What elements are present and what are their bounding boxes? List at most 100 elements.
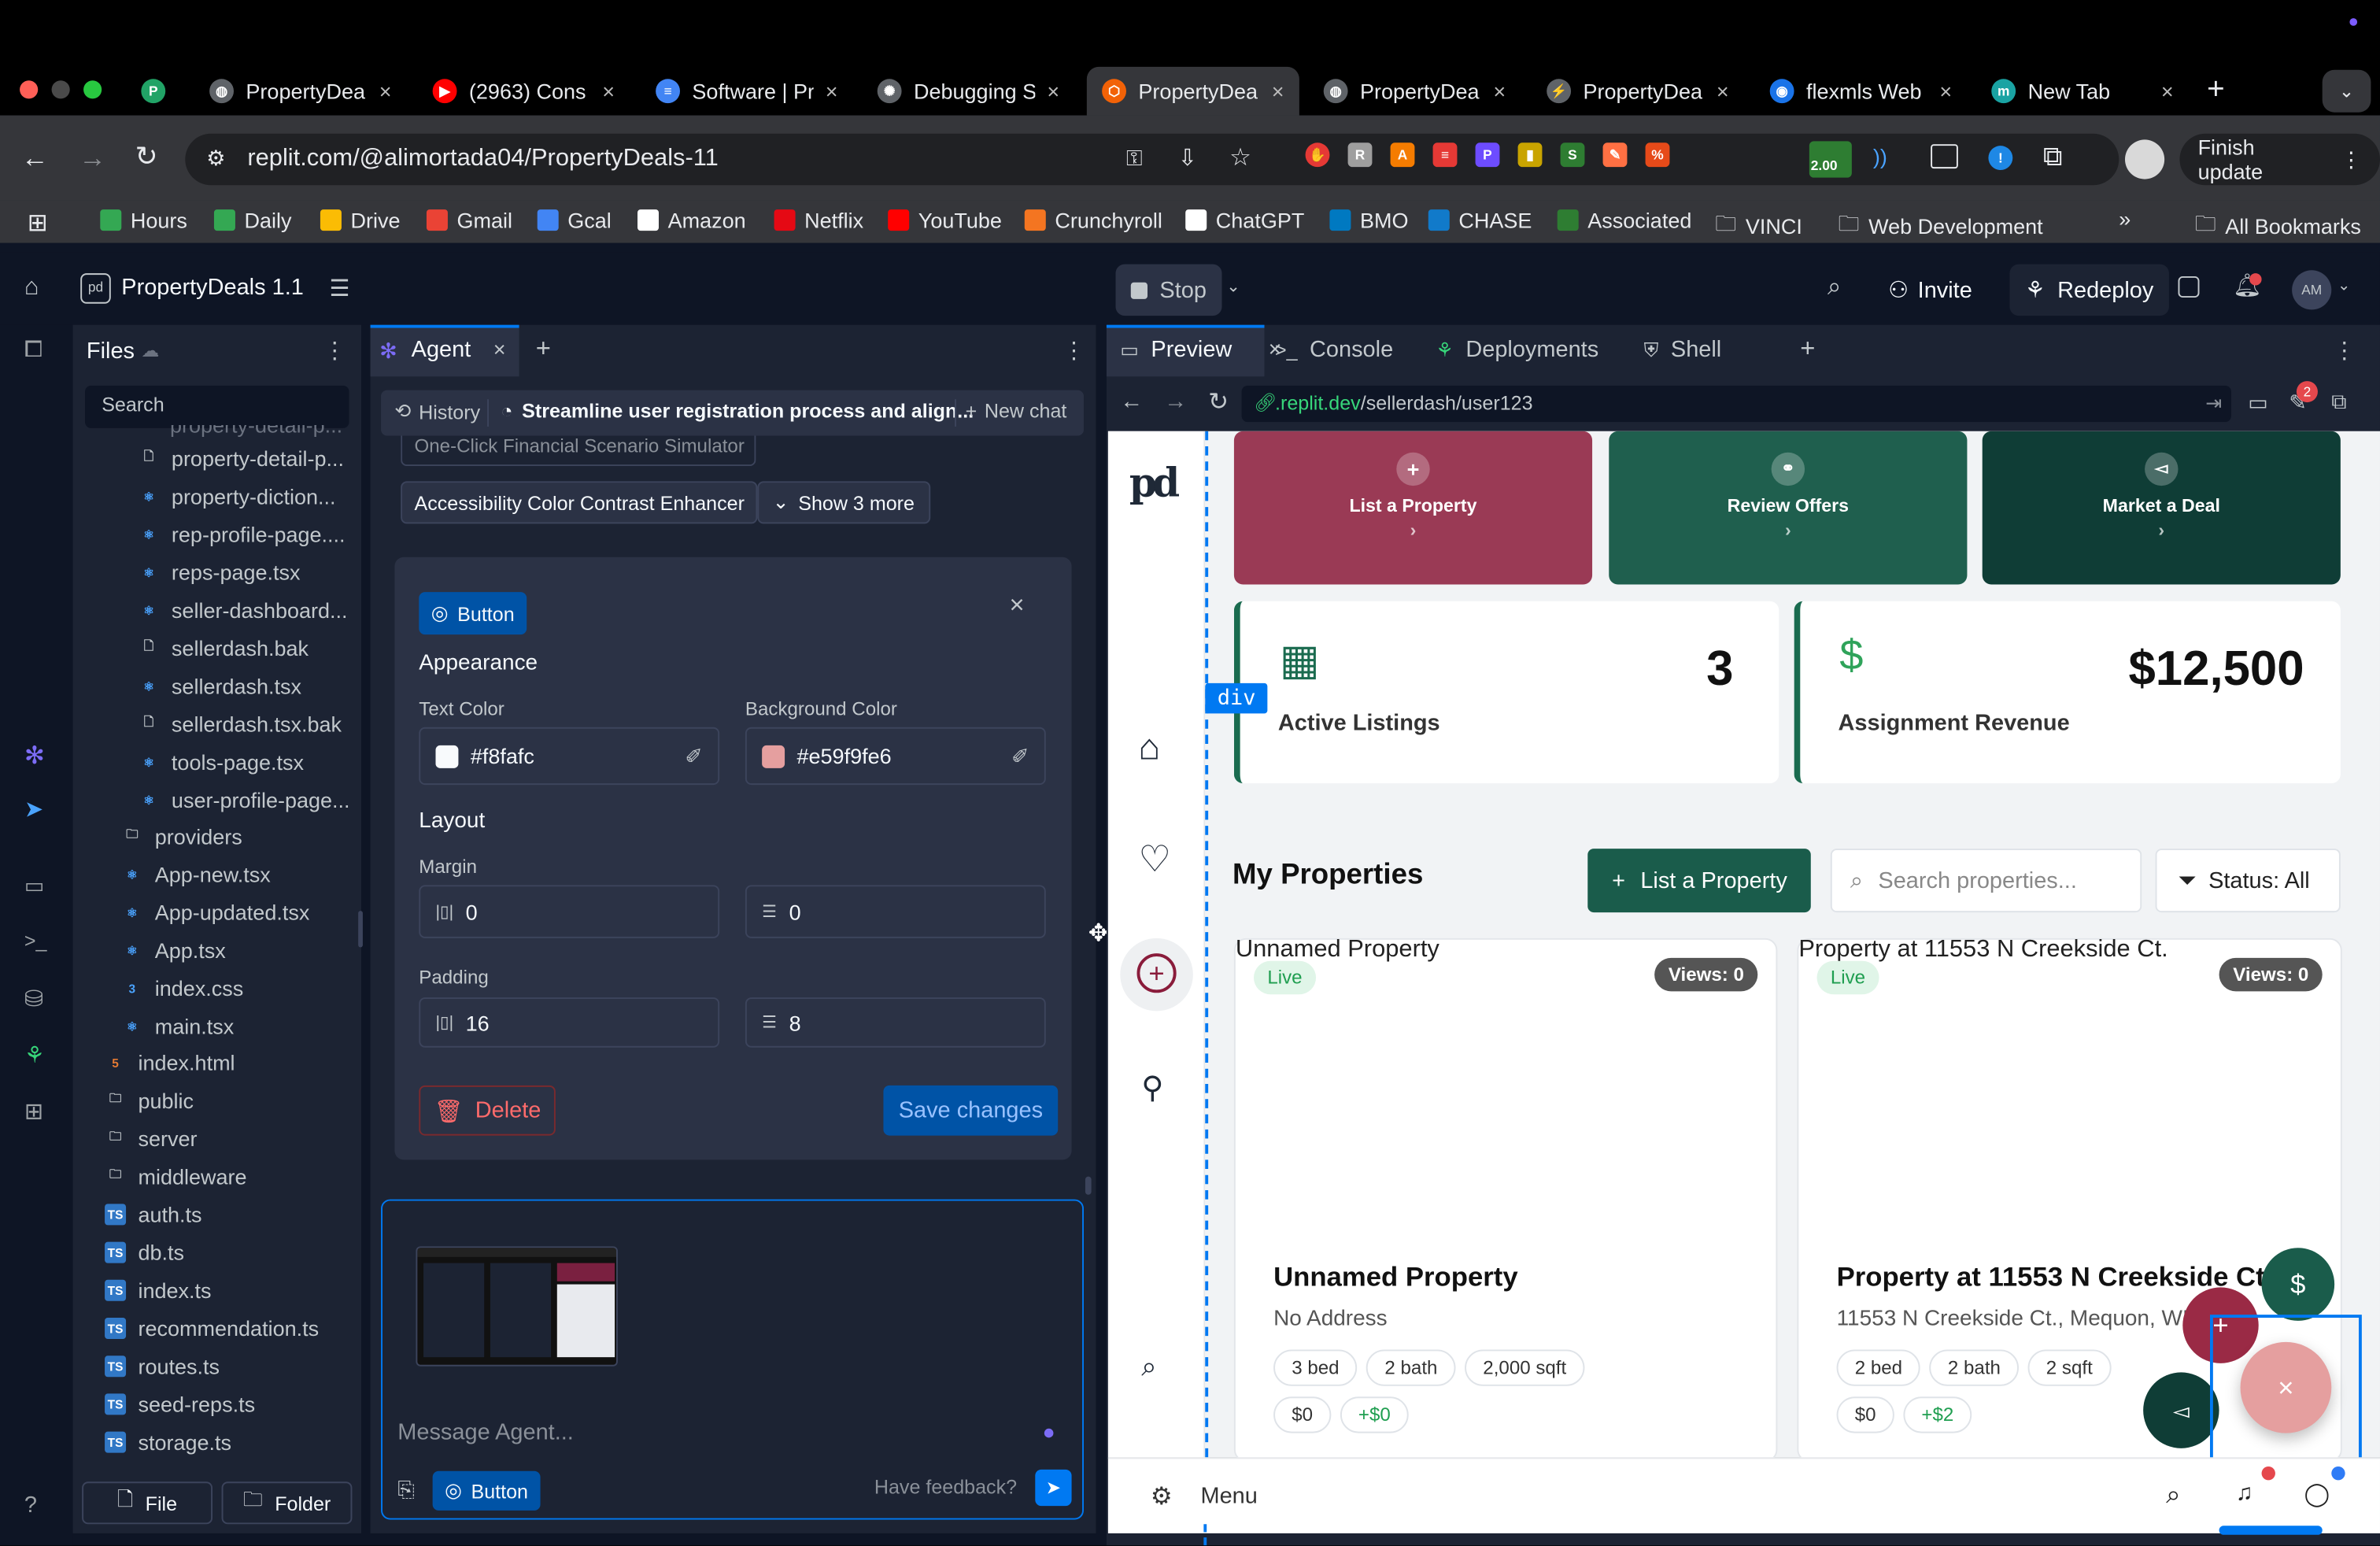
- new-chat-button[interactable]: + New chat: [966, 399, 1067, 422]
- url-text[interactable]: replit.com/@alimortada04/PropertyDeals-1…: [247, 146, 718, 173]
- preview-menu-icon[interactable]: ⋮: [2333, 337, 2356, 364]
- file-item[interactable]: ⚛ App-updated.tsx: [121, 901, 310, 925]
- browser-tab[interactable]: ▶ (2963) Cons ×: [417, 67, 630, 116]
- attach-icon[interactable]: ⎘: [397, 1477, 415, 1503]
- files-menu-icon[interactable]: ⋮: [323, 337, 346, 364]
- file-item[interactable]: ⚛ App-new.tsx: [121, 862, 271, 886]
- assistant-icon[interactable]: ➤: [24, 796, 52, 823]
- browser-tab[interactable]: ⬡ PropertyDea ×: [1086, 66, 1299, 116]
- bookmark-link[interactable]: CHASE: [1428, 208, 1532, 232]
- bookmark-link[interactable]: Hours: [100, 208, 187, 232]
- user-avatar[interactable]: AM: [2292, 270, 2332, 310]
- extension-icon[interactable]: S: [1560, 142, 1585, 168]
- home-icon[interactable]: ⌂: [24, 275, 39, 302]
- preview-reload-icon[interactable]: ↻: [1208, 387, 1229, 418]
- list-property-button[interactable]: + List a Property: [1587, 849, 1812, 913]
- text-color-input[interactable]: #f8fafc ✐: [419, 727, 720, 786]
- bookmark-link[interactable]: ChatGPT: [1185, 208, 1304, 232]
- quick-action-card[interactable]: ◅ Market a Deal ›: [1982, 431, 2341, 585]
- margin-vertical-input[interactable]: ☰ 0: [745, 885, 1046, 938]
- file-item[interactable]: ⚛ reps-page.tsx: [138, 560, 300, 585]
- open-arrow-icon[interactable]: ⇥: [2205, 392, 2222, 416]
- extension-icon[interactable]: R: [1347, 142, 1373, 168]
- all-tools-icon[interactable]: ⊞: [24, 1097, 52, 1125]
- close-tab-icon[interactable]: ×: [1047, 79, 1059, 103]
- file-item[interactable]: 🗋 sellerdash.bak: [138, 636, 309, 660]
- tab-deployments[interactable]: ⚘ Deployments: [1436, 337, 1598, 363]
- app-logo[interactable]: pd: [1129, 461, 1180, 507]
- file-item[interactable]: TS routes.ts: [105, 1354, 220, 1378]
- file-item[interactable]: ⚛ rep-profile-page....: [138, 522, 345, 546]
- megaphone-fab[interactable]: ◅: [2143, 1372, 2219, 1448]
- chat-icon[interactable]: ◯: [2304, 1480, 2330, 1507]
- close-window-button[interactable]: [20, 80, 39, 99]
- feedback-link[interactable]: Have feedback?: [874, 1476, 1017, 1499]
- new-tab-button[interactable]: +: [2207, 73, 2225, 108]
- database-icon[interactable]: ⛁: [24, 986, 52, 1013]
- add-tab-icon[interactable]: +: [536, 334, 551, 364]
- file-item[interactable]: ⚛ seller-dashboard...: [138, 598, 347, 623]
- invite-button[interactable]: ⚇ Invite: [1876, 264, 1985, 316]
- file-item[interactable]: TS db.ts: [105, 1241, 184, 1264]
- property-card[interactable]: Unnamed Property Live Views: 0 Unnamed P…: [1233, 937, 1778, 1458]
- bookmark-link[interactable]: Amazon: [637, 208, 746, 232]
- folder-item[interactable]: 🗀 middleware: [105, 1164, 247, 1189]
- close-tab-icon[interactable]: ×: [826, 79, 838, 103]
- bookmark-link[interactable]: 🗀 VINCI: [1715, 208, 1802, 244]
- eyedropper-icon[interactable]: ✐: [1011, 743, 1029, 769]
- add-tab-icon[interactable]: +: [1800, 334, 1815, 364]
- file-item[interactable]: 5 index.html: [105, 1051, 235, 1075]
- file-item[interactable]: ⚛ main.tsx: [121, 1014, 234, 1038]
- profile-icon[interactable]: P: [141, 79, 166, 104]
- preview-back-icon[interactable]: ←: [1120, 389, 1143, 415]
- search-icon[interactable]: ⌕: [1141, 1351, 1156, 1382]
- send-button[interactable]: ➤: [1035, 1469, 1072, 1507]
- file-item[interactable]: TS seed-reps.ts: [105, 1392, 255, 1416]
- chevron-down-icon[interactable]: ⌄: [2338, 278, 2350, 294]
- file-item[interactable]: ⚛ sellerdash.tsx: [138, 674, 301, 698]
- file-item[interactable]: 🗋 property-detail-p...: [138, 446, 344, 471]
- bookmark-link[interactable]: BMO: [1329, 208, 1409, 232]
- bell-icon[interactable]: ♫: [2236, 1480, 2253, 1506]
- close-tab-icon[interactable]: ×: [1493, 79, 1506, 103]
- bookmark-link[interactable]: Drive: [320, 208, 401, 232]
- tab-console[interactable]: >_ Console: [1275, 337, 1393, 363]
- folder-item[interactable]: 🗀 public: [105, 1089, 194, 1113]
- show-more-button[interactable]: ⌄ Show 3 more: [757, 481, 930, 524]
- suggestion-chip-cut[interactable]: One-Click Financial Scenario Simulator: [401, 435, 756, 467]
- extension-icon[interactable]: ✎: [1602, 142, 1628, 168]
- extension-icon[interactable]: ✋: [1305, 142, 1330, 168]
- new-file-button[interactable]: 🗋 File: [82, 1481, 213, 1525]
- close-tab-icon[interactable]: ×: [602, 79, 615, 103]
- file-item[interactable]: TS recommendation.ts: [105, 1316, 319, 1341]
- chevron-down-icon[interactable]: ⌄: [1226, 276, 1240, 296]
- bookmark-link[interactable]: YouTube: [888, 208, 1002, 232]
- close-tab-icon[interactable]: ×: [493, 337, 506, 361]
- reload-icon[interactable]: ↻: [135, 141, 158, 172]
- search-icon[interactable]: ⌕: [1828, 275, 1841, 302]
- quick-action-card[interactable]: ⚭ Review Offers ›: [1609, 431, 1968, 585]
- browser-tab[interactable]: ≡ Software | Pr ×: [641, 67, 853, 116]
- more-bookmarks-icon[interactable]: »: [2119, 206, 2131, 231]
- deployments-icon[interactable]: ⚘: [24, 1041, 52, 1069]
- attached-screenshot[interactable]: [416, 1246, 618, 1367]
- extension-icon[interactable]: ≡: [1432, 142, 1458, 168]
- back-icon[interactable]: ←: [21, 142, 49, 174]
- forward-icon[interactable]: →: [79, 142, 106, 174]
- bookmark-star-icon[interactable]: ☆: [1229, 142, 1251, 173]
- home-icon[interactable]: ⌂: [1138, 727, 1160, 770]
- extension-icon[interactable]: )): [1873, 144, 1887, 168]
- bg-color-input[interactable]: #e59f9fe6 ✐: [745, 727, 1046, 786]
- current-thread[interactable]: ◔ Streamline user registration process an…: [501, 399, 974, 422]
- menu-label[interactable]: Menu: [1200, 1483, 1257, 1509]
- profile-avatar[interactable]: [2124, 139, 2165, 179]
- user-icon[interactable]: ⚲: [1141, 1069, 1163, 1107]
- apps-grid-icon[interactable]: ⊞: [28, 208, 48, 239]
- zoom-window-button[interactable]: [83, 80, 102, 99]
- history-button[interactable]: ⟲ History: [394, 399, 480, 423]
- browser-tab[interactable]: ◍ PropertyDea ×: [1308, 67, 1521, 116]
- agent-menu-icon[interactable]: ⋮: [1062, 337, 1085, 364]
- file-item[interactable]: 3 index.css: [121, 976, 243, 1000]
- redeploy-button[interactable]: ⚘ Redeploy: [2009, 264, 2169, 316]
- revenue-fab[interactable]: $: [2261, 1248, 2335, 1321]
